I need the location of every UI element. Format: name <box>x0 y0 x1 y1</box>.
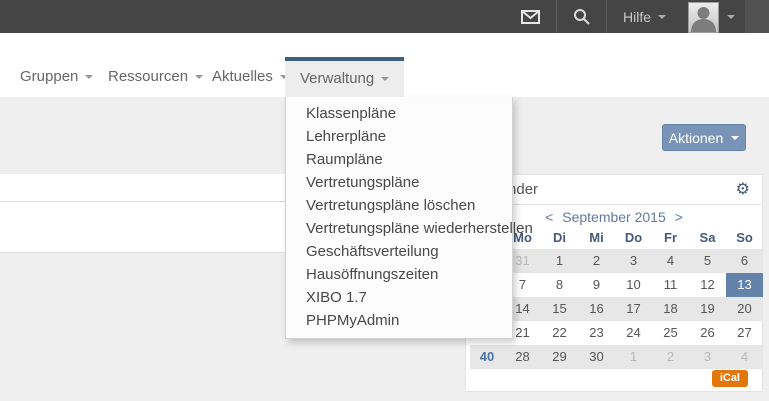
day-header: Mi <box>578 227 615 249</box>
day-header: Sa <box>689 227 726 249</box>
caret-down-icon <box>85 75 93 79</box>
month-label: September 2015 <box>562 209 666 225</box>
help-menu[interactable]: Hilfe <box>607 0 682 33</box>
caret-down-icon <box>381 77 389 81</box>
calendar-day-cell[interactable]: 16 <box>578 297 615 321</box>
search-button[interactable] <box>557 0 606 33</box>
day-header: Fr <box>652 227 689 249</box>
calendar-day-cell[interactable]: 1 <box>541 249 578 273</box>
calendar-day-cell[interactable]: 23 <box>578 321 615 345</box>
nav-label: Aktuelles <box>212 68 273 85</box>
aktionen-label: Aktionen <box>669 130 723 146</box>
calendar-day-cell[interactable]: 5 <box>689 249 726 273</box>
next-month-button[interactable]: > <box>675 209 683 225</box>
caret-down-icon <box>195 75 203 79</box>
menu-item[interactable]: Klassenpläne <box>286 102 512 125</box>
calendar-day-cell[interactable]: 1 <box>615 345 652 369</box>
nav-label: Ressourcen <box>108 68 188 85</box>
aktionen-button[interactable]: Aktionen <box>662 124 746 151</box>
nav-item-ressourcen[interactable]: Ressourcen <box>108 57 203 97</box>
calendar-day-cell[interactable]: 10 <box>615 273 652 297</box>
ical-button[interactable]: iCal <box>712 370 748 387</box>
calendar-day-cell[interactable]: 3 <box>615 249 652 273</box>
calendar-week-row: 3631123456 <box>470 249 763 273</box>
calendar-day-selected[interactable]: 13 <box>726 273 763 297</box>
nav-item-aktuelles[interactable]: Aktuelles <box>212 57 288 97</box>
caret-down-icon <box>731 136 739 140</box>
calendar-day-cell[interactable]: 25 <box>652 321 689 345</box>
calendar-day-cell[interactable]: 30 <box>578 345 615 369</box>
caret-down-icon <box>727 15 735 19</box>
calendar-day-cell[interactable]: 17 <box>615 297 652 321</box>
calendar-day-cell[interactable]: 19 <box>689 297 726 321</box>
calendar-day-cell[interactable]: 12 <box>689 273 726 297</box>
menu-item[interactable]: Vertretungspläne löschen <box>286 194 512 217</box>
calendar-week-row: 402829301234 <box>470 345 763 369</box>
calendar-day-cell[interactable]: 28 <box>504 345 541 369</box>
calendar-day-cell[interactable]: 6 <box>726 249 763 273</box>
person-icon <box>689 3 718 32</box>
calendar-day-cell[interactable]: 29 <box>541 345 578 369</box>
nav-item-gruppen[interactable]: Gruppen <box>20 57 93 97</box>
calendar-day-cell[interactable]: 8 <box>541 273 578 297</box>
calendar-day-cell[interactable]: 9 <box>578 273 615 297</box>
calendar-day-cell[interactable]: 18 <box>652 297 689 321</box>
calendar-day-cell[interactable]: 4 <box>726 345 763 369</box>
calendar-week-row: 3814151617181920 <box>470 297 763 321</box>
calendar-grid: MoDiMiDoFrSaSo36311234563778910111213381… <box>470 227 763 369</box>
calendar-week-row: 3921222324252627 <box>470 321 763 345</box>
nav-label: Gruppen <box>20 68 78 85</box>
calendar-day-cell[interactable]: 22 <box>541 321 578 345</box>
help-label: Hilfe <box>623 9 651 25</box>
main-navbar: Gruppen Ressourcen Aktuelles Verwaltung <box>0 33 769 97</box>
user-menu[interactable] <box>682 0 745 33</box>
calendar-day-cell[interactable]: 27 <box>726 321 763 345</box>
menu-item[interactable]: Raumpläne <box>286 148 512 171</box>
calendar-day-cell[interactable]: 11 <box>652 273 689 297</box>
user-avatar <box>688 2 719 33</box>
topbar-edge <box>745 0 769 33</box>
calendar-day-cell[interactable]: 15 <box>541 297 578 321</box>
calendar-day-cell[interactable]: 26 <box>689 321 726 345</box>
topbar: Hilfe <box>0 0 769 33</box>
calendar-day-cell[interactable]: 3 <box>689 345 726 369</box>
day-header: Do <box>615 227 652 249</box>
menu-item[interactable]: Hausöffnungszeiten <box>286 263 512 286</box>
menu-item[interactable]: XIBO 1.7 <box>286 286 512 309</box>
calendar-week-row: 3778910111213 <box>470 273 763 297</box>
calendar-day-cell[interactable]: 20 <box>726 297 763 321</box>
calendar-day-cell[interactable]: 2 <box>652 345 689 369</box>
nav-label: Verwaltung <box>300 70 374 87</box>
caret-down-icon <box>658 15 666 19</box>
menu-item[interactable]: PHPMyAdmin <box>286 309 512 332</box>
menu-item[interactable]: Lehrerpläne <box>286 125 512 148</box>
gear-icon[interactable]: ⚙ <box>736 182 750 198</box>
week-number: 40 <box>470 345 504 369</box>
day-header: Di <box>541 227 578 249</box>
mail-icon <box>521 10 540 24</box>
calendar-day-cell[interactable]: 4 <box>652 249 689 273</box>
menu-item[interactable]: Geschäftsverteilung <box>286 240 512 263</box>
calendar-day-cell[interactable]: 24 <box>615 321 652 345</box>
verwaltung-dropdown-menu: KlassenpläneLehrerpläneRaumpläneVertretu… <box>285 97 513 339</box>
day-header: So <box>726 227 763 249</box>
menu-item[interactable]: Vertretungspläne <box>286 171 512 194</box>
search-icon <box>573 8 590 25</box>
calendar-day-cell[interactable]: 2 <box>578 249 615 273</box>
mail-button[interactable] <box>505 0 556 33</box>
menu-item[interactable]: Vertretungspläne wiederherstellen <box>286 217 512 240</box>
nav-item-verwaltung[interactable]: Verwaltung <box>285 57 404 97</box>
prev-month-button[interactable]: < <box>545 209 553 225</box>
